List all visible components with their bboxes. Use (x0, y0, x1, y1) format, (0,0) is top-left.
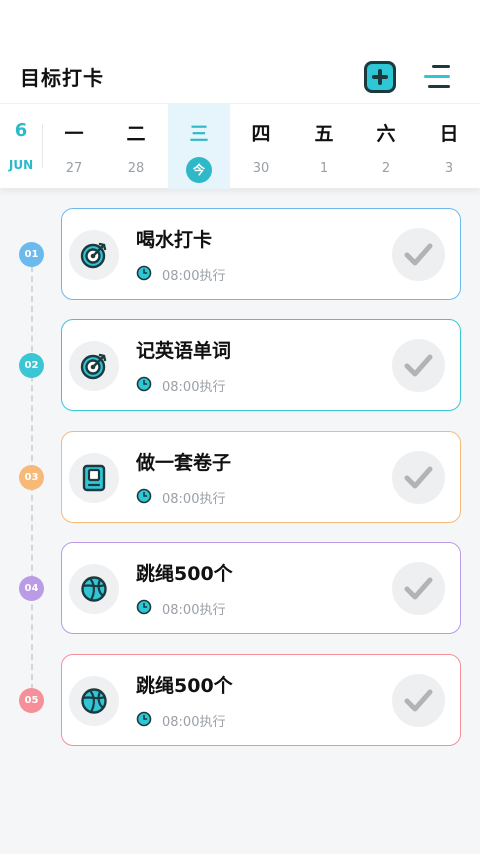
ball-icon (69, 676, 119, 726)
timeline-index: 03 (19, 465, 44, 490)
day-3[interactable]: 三今 (168, 104, 230, 189)
task-card[interactable]: 跳绳500个 08:00执行 (61, 654, 461, 746)
day-4[interactable]: 四 30 (230, 104, 292, 189)
day-number: 2 (381, 161, 391, 176)
month-indicator: 6 JUN (0, 104, 42, 189)
month-number: 6 (14, 120, 28, 141)
menu-lines-icon[interactable] (422, 63, 450, 91)
timeline-index: 01 (19, 242, 44, 267)
check-button[interactable] (392, 451, 445, 504)
task-time-text: 08:00执行 (162, 492, 226, 507)
task-title: 做一套卷子 (136, 452, 232, 474)
task-time-text: 08:00执行 (162, 380, 226, 395)
timeline-index: 04 (19, 576, 44, 601)
week-calendar: 6 JUN 一 27 二 28 三今四 30 五 1 六 2 日 3 (0, 103, 480, 189)
target-icon (69, 230, 119, 280)
day-name: 一 (64, 123, 84, 145)
day-name: 二 (126, 123, 146, 145)
task-card[interactable]: 跳绳500个 08:00执行 (61, 542, 461, 634)
check-button[interactable] (392, 228, 445, 281)
page-title: 目标打卡 (20, 66, 104, 90)
task-title: 跳绳500个 (136, 563, 233, 585)
header-bar: 目标打卡 (0, 0, 480, 103)
day-name: 三 (189, 123, 209, 145)
day-number: 1 (319, 161, 329, 176)
day-6[interactable]: 六2 (355, 104, 417, 189)
task-title: 记英语单词 (136, 340, 232, 362)
day-name: 六 (376, 123, 396, 145)
day-name: 日 (439, 123, 459, 145)
month-label: JUN (8, 158, 34, 172)
add-square-icon[interactable] (364, 61, 396, 93)
task-card[interactable]: 做一套卷子 08:00执行 (61, 431, 461, 523)
day-number: 27 (65, 161, 83, 176)
task-time-text: 08:00执行 (162, 715, 226, 730)
today-badge: 今 (186, 157, 212, 183)
check-button[interactable] (392, 339, 445, 392)
day-2[interactable]: 二 28 (105, 104, 167, 189)
day-7[interactable]: 日3 (418, 104, 480, 189)
task-time-text: 08:00执行 (162, 269, 226, 284)
task-card[interactable]: 记英语单词 08:00执行 (61, 319, 461, 411)
target-icon (69, 341, 119, 391)
day-number: 3 (444, 161, 454, 176)
day-1[interactable]: 一 27 (43, 104, 105, 189)
ball-icon (69, 564, 119, 614)
day-name: 五 (314, 123, 334, 145)
timeline-index: 05 (19, 688, 44, 713)
day-5[interactable]: 五1 (293, 104, 355, 189)
day-name: 四 (251, 123, 271, 145)
day-number: 28 (127, 161, 145, 176)
task-time-text: 08:00执行 (162, 603, 226, 618)
timeline-index: 02 (19, 353, 44, 378)
day-number: 30 (252, 161, 270, 176)
task-title: 喝水打卡 (136, 229, 213, 251)
task-title: 跳绳500个 (136, 675, 233, 697)
task-card[interactable]: 喝水打卡 08:00执行 (61, 208, 461, 300)
check-button[interactable] (392, 674, 445, 727)
paper-icon (69, 453, 119, 503)
check-button[interactable] (392, 562, 445, 615)
